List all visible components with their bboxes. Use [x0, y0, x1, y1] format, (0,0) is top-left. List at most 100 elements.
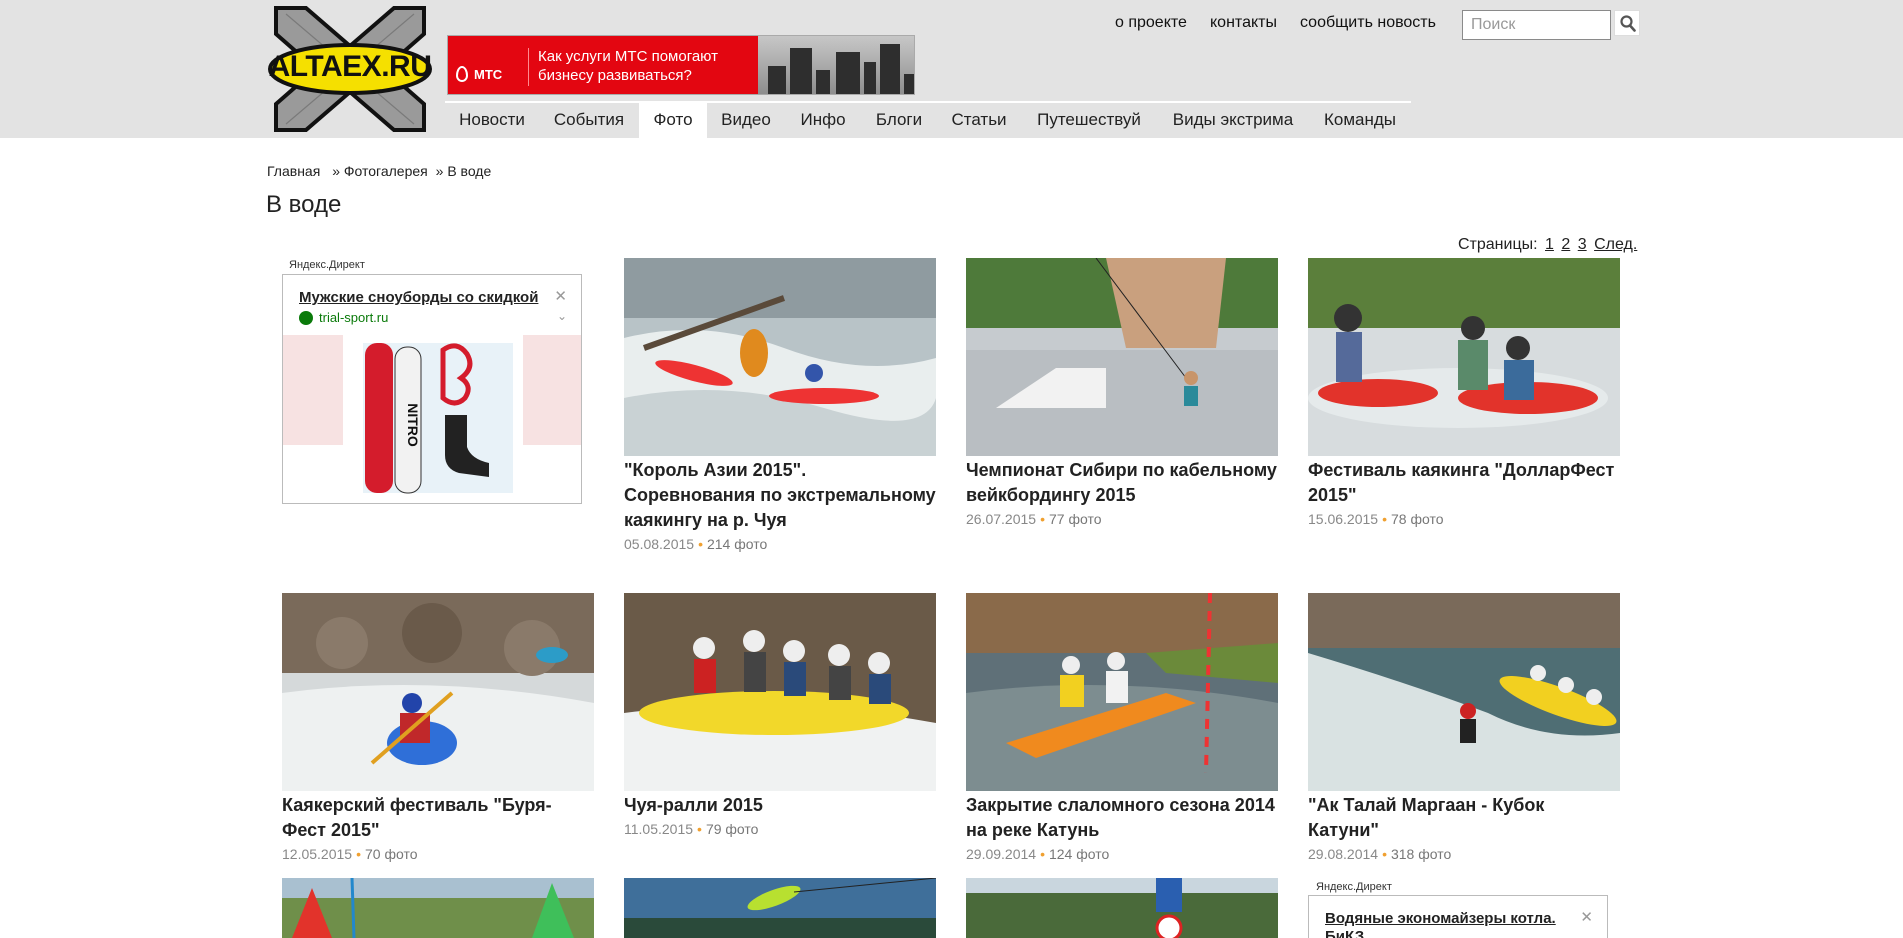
album-card: Закрытие слаломного сезона 2014 на реке … — [966, 593, 1278, 862]
album-photo-count: 77 фото — [1048, 511, 1102, 527]
breadcrumb-separator: » — [435, 163, 444, 179]
ad-chevron-down-icon[interactable]: ⌄ — [557, 309, 567, 323]
album-title[interactable]: "Ак Талай Маргаан - Кубок Катуни" — [1308, 793, 1620, 843]
nav-item-info[interactable]: Инфо — [785, 103, 861, 138]
breadcrumb-gallery[interactable]: Фотогалерея — [344, 163, 428, 179]
banner-brand: МТС — [474, 67, 503, 82]
album-photo-count: 78 фото — [1390, 511, 1444, 527]
album-thumbnail[interactable] — [966, 258, 1278, 456]
pagination: Страницы: 1 2 3 След. — [1458, 236, 1637, 254]
nav-item-extreme-types[interactable]: Виды экстрима — [1157, 103, 1309, 138]
ad-title-link[interactable]: Мужские сноуборды со скидкой — [299, 289, 538, 306]
album-date: 12.05.2015 — [282, 846, 353, 862]
album-meta: 05.08.2015 • 214 фото — [624, 536, 936, 552]
page-link-1[interactable]: 1 — [1545, 236, 1554, 253]
album-card: "Король Азии 2015". Соревнования по экст… — [624, 258, 936, 552]
album-thumbnail[interactable] — [1308, 593, 1620, 791]
nav-item-news[interactable]: Новости — [445, 103, 539, 138]
album-card: Каякерский фестиваль "Буря-Фест 2015" 12… — [282, 593, 594, 862]
album-card — [966, 878, 1278, 938]
meta-dot: • — [1382, 846, 1387, 862]
album-card: Фестиваль каякинга "ДолларФест 2015" 15.… — [1308, 258, 1620, 527]
meta-dot: • — [1040, 511, 1045, 527]
album-thumbnail[interactable] — [624, 258, 936, 456]
album-thumbnail[interactable] — [1308, 258, 1620, 456]
album-date: 15.06.2015 — [1308, 511, 1379, 527]
link-about[interactable]: о проекте — [1115, 14, 1187, 32]
album-date: 11.05.2015 — [624, 821, 694, 837]
nav-item-photo[interactable]: Фото — [639, 103, 707, 138]
album-meta: 26.07.2015 • 77 фото — [966, 511, 1278, 527]
album-title[interactable]: Каякерский фестиваль "Буря-Фест 2015" — [282, 793, 594, 843]
nav-item-teams[interactable]: Команды — [1309, 103, 1411, 138]
yandex-ad[interactable]: NITRO Мужские сноуборды со скидкой trial… — [282, 274, 582, 504]
nav-item-travel[interactable]: Путешествуй — [1021, 103, 1157, 138]
ad-close-icon[interactable]: ✕ — [1580, 908, 1593, 926]
search-button[interactable] — [1614, 10, 1640, 36]
album-date: 05.08.2015 — [624, 536, 695, 552]
album-card — [282, 878, 594, 938]
page-link-3[interactable]: 3 — [1578, 236, 1587, 253]
album-title[interactable]: Фестиваль каякинга "ДолларФест 2015" — [1308, 458, 1620, 508]
logo-text: ALTAEX.RU — [268, 50, 432, 83]
album-date: 26.07.2015 — [966, 511, 1037, 527]
album-thumbnail[interactable] — [966, 878, 1278, 938]
album-title[interactable]: Чуя-ралли 2015 — [624, 793, 936, 818]
breadcrumb-home[interactable]: Главная — [267, 163, 320, 179]
meta-dot: • — [698, 536, 703, 552]
meta-dot: • — [1040, 846, 1045, 862]
link-submit-news[interactable]: сообщить новость — [1300, 14, 1436, 32]
album-card: Чемпионат Сибири по кабельному вейкборди… — [966, 258, 1278, 527]
breadcrumb-current: В воде — [447, 163, 492, 179]
banner-city-image — [758, 36, 914, 94]
album-title[interactable]: Чемпионат Сибири по кабельному вейкборди… — [966, 458, 1278, 508]
banner-text: Как услуги МТС помогают бизнесу развиват… — [538, 48, 718, 84]
nav-item-articles[interactable]: Статьи — [937, 103, 1021, 138]
album-date: 29.08.2014 — [1308, 846, 1379, 862]
page-title: В воде — [266, 191, 342, 218]
breadcrumb: Главная » Фотогалерея » В воде — [267, 163, 491, 179]
page-link-2[interactable]: 2 — [1561, 236, 1570, 253]
ad-domain-link[interactable]: trial-sport.ru — [319, 310, 388, 325]
meta-dot: • — [1382, 511, 1387, 527]
album-photo-count: 79 фото — [705, 821, 759, 837]
album-title[interactable]: "Король Азии 2015". Соревнования по экст… — [624, 458, 936, 533]
ad-title-link-line2[interactable]: БиКЗ. — [1325, 928, 1368, 938]
search-input[interactable] — [1462, 10, 1611, 40]
album-date: 29.09.2014 — [966, 846, 1037, 862]
album-thumbnail[interactable] — [282, 593, 594, 791]
album-card: Чуя-ралли 2015 11.05.2015 • 79 фото — [624, 593, 936, 837]
site-logo[interactable]: ALTAEX.RU — [266, 4, 434, 134]
pagination-label: Страницы: — [1458, 236, 1538, 253]
album-title[interactable]: Закрытие слаломного сезона 2014 на реке … — [966, 793, 1278, 843]
album-meta: 29.08.2014 • 318 фото — [1308, 846, 1620, 862]
page-link-next[interactable]: След. — [1594, 236, 1637, 253]
album-thumbnail[interactable] — [624, 878, 936, 938]
nav-item-video[interactable]: Видео — [707, 103, 785, 138]
breadcrumb-separator: » — [332, 163, 340, 179]
nav-item-events[interactable]: События — [539, 103, 639, 138]
yandex-ad[interactable]: Водяные экономайзеры котла. БиКЗ. ✕ — [1308, 895, 1608, 938]
banner-divider — [528, 48, 529, 86]
ad-label: Яндекс.Директ — [1316, 881, 1392, 893]
link-contacts[interactable]: контакты — [1210, 14, 1277, 32]
album-thumbnail[interactable] — [966, 593, 1278, 791]
meta-dot: • — [697, 821, 702, 837]
nav-item-blogs[interactable]: Блоги — [861, 103, 937, 138]
album-photo-count: 70 фото — [364, 846, 418, 862]
ad-label: Яндекс.Директ — [289, 259, 365, 271]
search-icon — [1620, 15, 1636, 32]
album-thumbnail[interactable] — [282, 878, 594, 938]
album-card — [624, 878, 936, 938]
album-photo-count: 124 фото — [1048, 846, 1110, 862]
album-meta: 29.09.2014 • 124 фото — [966, 846, 1278, 862]
ad-title-link[interactable]: Водяные экономайзеры котла. — [1325, 910, 1556, 927]
ad-close-icon[interactable]: ✕ — [554, 287, 567, 305]
album-meta: 15.06.2015 • 78 фото — [1308, 511, 1620, 527]
mts-banner[interactable]: МТС Как услуги МТС помогают бизнесу разв… — [447, 35, 915, 95]
meta-dot: • — [356, 846, 361, 862]
svg-text:NITRO: NITRO — [405, 403, 421, 447]
album-thumbnail[interactable] — [624, 593, 936, 791]
mts-egg-icon — [456, 66, 468, 82]
ad-domain-icon — [299, 311, 313, 325]
